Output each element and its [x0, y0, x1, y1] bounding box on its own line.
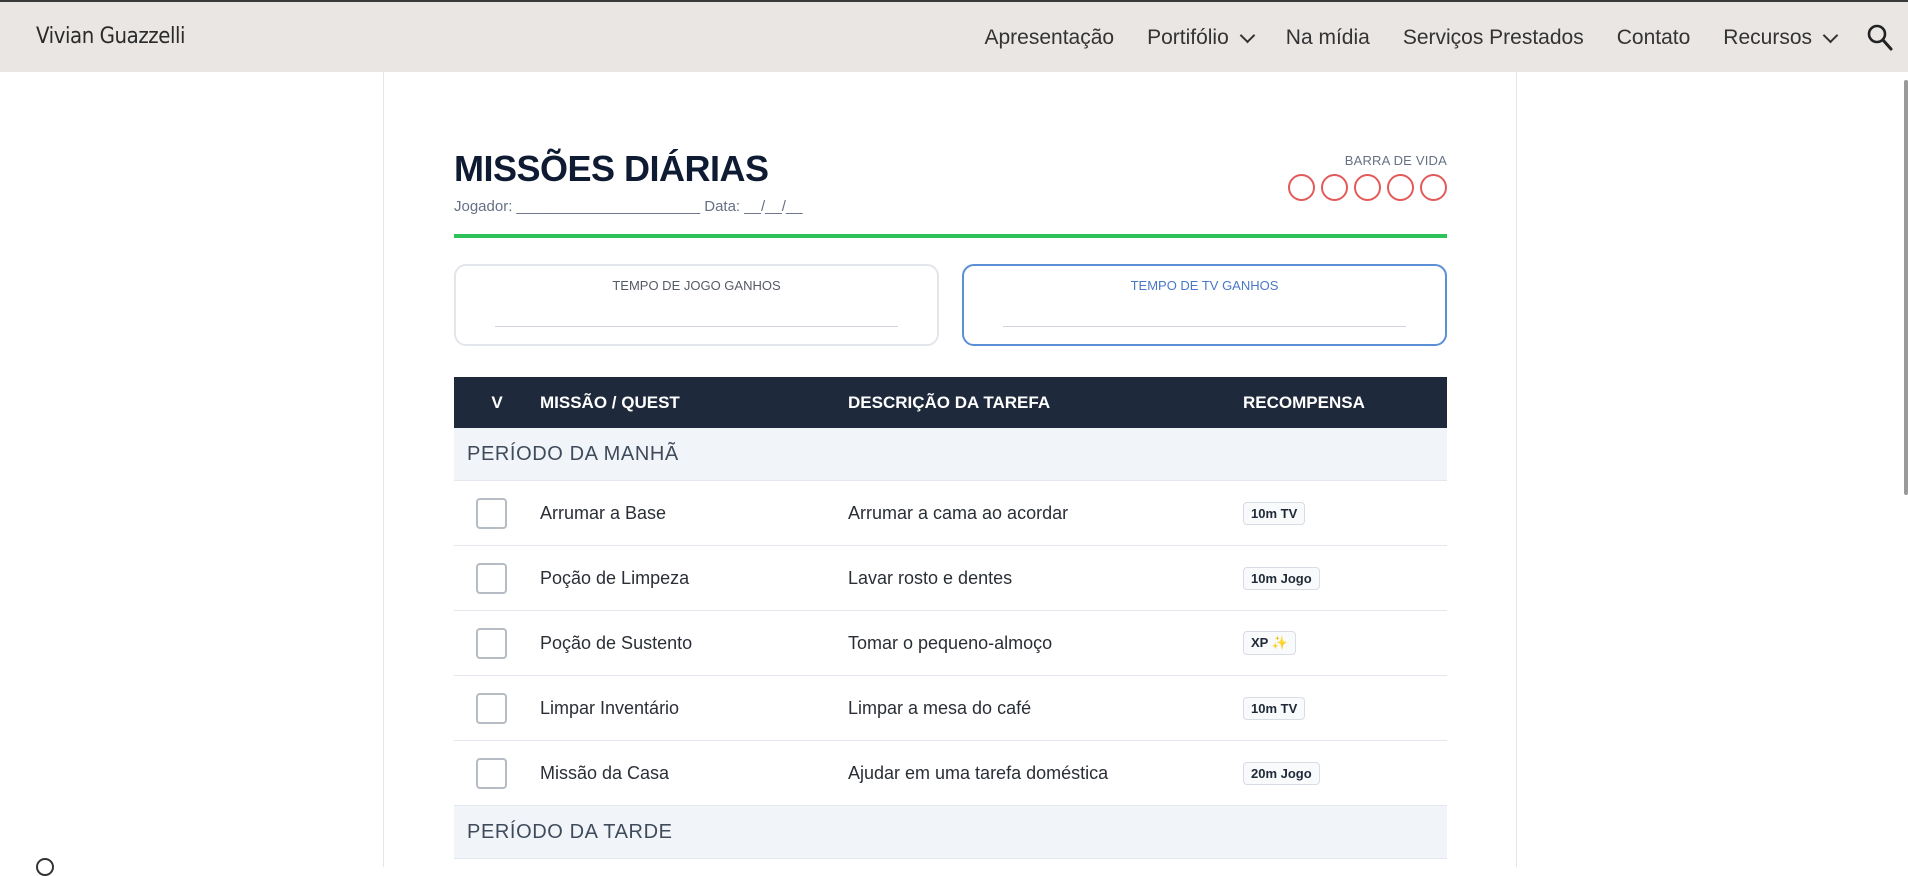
game-time-write-line [495, 326, 898, 327]
header-description: DESCRIÇÃO DA TAREFA [848, 392, 1051, 412]
mission-name: Poção de Sustento [540, 632, 693, 653]
nav-item-na-midia[interactable]: Na mídia [1286, 26, 1370, 50]
header-check: V [491, 392, 503, 412]
life-circle[interactable] [1420, 174, 1447, 201]
life-bar [1282, 174, 1447, 201]
search-icon[interactable] [1866, 23, 1894, 53]
nav-item-portifolio[interactable]: Portifólio [1147, 26, 1256, 50]
header-reward: RECOMPENSA [1243, 392, 1365, 412]
accessibility-icon[interactable] [36, 858, 54, 876]
mission-description: Arrumar a cama ao acordar [848, 502, 1069, 523]
mission-description: Lavar rosto e dentes [848, 567, 1013, 588]
divider [454, 234, 1447, 238]
nav-item-label: Portifólio [1147, 26, 1229, 49]
reward-badge: XP ✨ [1243, 631, 1296, 655]
life-bar-label: BARRA DE VIDA [1344, 153, 1447, 168]
header-mission: MISSÃO / QUEST [540, 392, 680, 412]
table-row: Poção de Limpeza Lavar rosto e dentes 10… [454, 546, 1447, 611]
player-date-line: Jogador: ______________________ Data: __… [454, 198, 803, 215]
table-row: Missão da Casa Ajudar em uma tarefa domé… [454, 741, 1447, 806]
tv-time-label: TEMPO DE TV GANHOS [1130, 278, 1279, 293]
tv-time-write-line [1003, 326, 1406, 327]
nav-item-contato[interactable]: Contato [1617, 26, 1691, 50]
chevron-down-icon [1239, 27, 1256, 43]
mission-name: Arrumar a Base [540, 502, 667, 523]
table-row: Poção de Sustento Tomar o pequeno-almoço… [454, 611, 1447, 676]
section-morning: PERÍODO DA MANHÃ [454, 428, 1447, 481]
chevron-down-icon [1822, 27, 1839, 43]
life-circle[interactable] [1288, 174, 1315, 201]
game-time-label: TEMPO DE JOGO GANHOS [612, 278, 781, 293]
nav-item-label: Recursos [1723, 26, 1812, 49]
reward-badge: 10m Jogo [1243, 566, 1320, 590]
life-circle[interactable] [1387, 174, 1414, 201]
nav-item-apresentacao[interactable]: Apresentação [984, 26, 1114, 50]
table-row: Arrumar a Base Arrumar a cama ao acordar… [454, 481, 1447, 546]
reward-badge: 10m TV [1243, 696, 1306, 720]
life-circle[interactable] [1354, 174, 1381, 201]
table-row: Limpar Inventário Limpar a mesa do café … [454, 676, 1447, 741]
nav-item-label: Serviços Prestados [1402, 26, 1584, 49]
tv-time-box: TEMPO DE TV GANHOS [962, 264, 1447, 346]
task-checkbox[interactable] [475, 692, 507, 724]
page-scrollbar[interactable] [1904, 80, 1908, 495]
mission-description: Ajudar em uma tarefa doméstica [848, 762, 1109, 783]
nav-item-label: Contato [1616, 26, 1691, 49]
mission-name: Missão da Casa [540, 762, 670, 783]
page-title: MISSÕES DIÁRIAS [454, 148, 769, 189]
mission-description: Tomar o pequeno-almoço [848, 632, 1053, 653]
task-checkbox[interactable] [475, 757, 507, 789]
nav-item-label: Apresentação [984, 26, 1115, 49]
life-circle[interactable] [1321, 174, 1348, 201]
nav-item-label: Na mídia [1285, 26, 1370, 49]
missions-table: V MISSÃO / QUEST DESCRIÇÃO DA TAREFA REC… [454, 377, 1447, 859]
mission-name: Limpar Inventário [540, 697, 680, 718]
game-time-box: TEMPO DE JOGO GANHOS [454, 264, 939, 346]
nav-item-servicos[interactable]: Serviços Prestados [1403, 26, 1584, 50]
task-checkbox[interactable] [475, 627, 507, 659]
site-title[interactable]: Vivian Guazzelli [36, 24, 186, 49]
reward-badge: 10m TV [1243, 501, 1306, 525]
mission-name: Poção de Limpeza [540, 567, 690, 588]
reward-badge: 20m Jogo [1243, 761, 1320, 785]
mission-description: Limpar a mesa do café [848, 697, 1032, 718]
nav-item-recursos[interactable]: Recursos [1723, 26, 1839, 50]
top-navigation-bar: Vivian Guazzelli Apresentação Portifólio… [0, 0, 1908, 72]
task-checkbox[interactable] [475, 497, 507, 529]
main-nav: Apresentação Portifólio Na mídia Serviço… [951, 2, 1894, 74]
section-afternoon: PERÍODO DA TARDE [454, 806, 1447, 859]
table-header: V MISSÃO / QUEST DESCRIÇÃO DA TAREFA REC… [454, 377, 1447, 428]
task-checkbox[interactable] [475, 562, 507, 594]
